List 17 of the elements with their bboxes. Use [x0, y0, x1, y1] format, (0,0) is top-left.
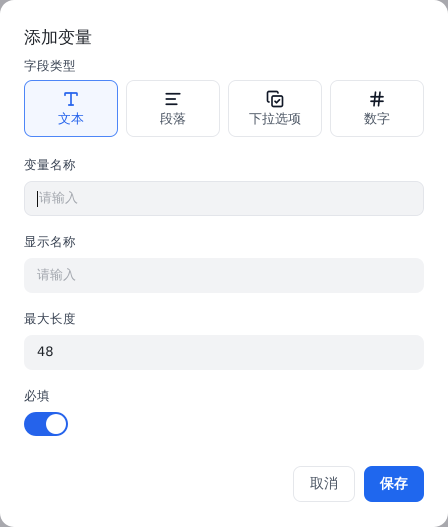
input-field[interactable]: 48: [24, 335, 424, 370]
dialog-title: 添加变量: [24, 27, 92, 50]
field-type-option[interactable]: 段落: [126, 80, 220, 137]
hash-icon: [368, 90, 386, 108]
field-type-option[interactable]: 下拉选项: [228, 80, 322, 137]
checked-copies-icon: [266, 90, 284, 108]
field-label: 最大长度: [24, 310, 76, 328]
field-label: 变量名称: [24, 156, 76, 174]
field-label: 字段类型: [24, 57, 76, 75]
text-type-icon: [62, 90, 80, 108]
field-label: 必填: [24, 387, 50, 405]
field-type-option[interactable]: 数字: [330, 80, 424, 137]
cancel-button[interactable]: 取消: [293, 466, 355, 502]
field-type-option[interactable]: 文本: [24, 80, 118, 137]
save-button[interactable]: 保存: [364, 466, 424, 502]
required-toggle[interactable]: [24, 412, 68, 436]
field-label: 显示名称: [24, 233, 76, 251]
